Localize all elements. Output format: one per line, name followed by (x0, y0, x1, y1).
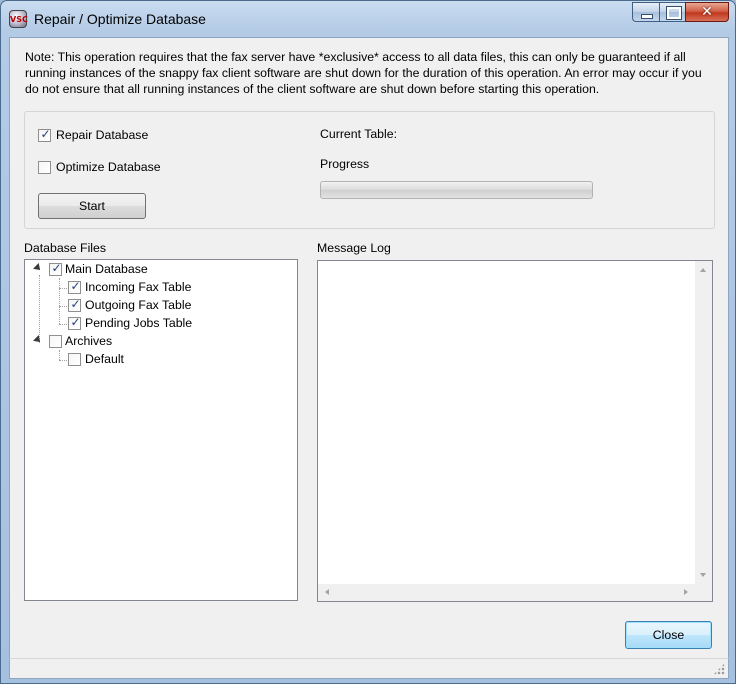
dialog-client-area: Note: This operation requires that the f… (9, 37, 729, 659)
tree-item-label[interactable]: Pending Jobs Table (85, 316, 192, 330)
tree-item-label[interactable]: Outgoing Fax Table (85, 298, 191, 312)
start-button[interactable]: Start (38, 193, 146, 219)
collapse-arrow-icon[interactable] (33, 263, 43, 273)
tree-item-label[interactable]: Incoming Fax Table (85, 280, 191, 294)
check-icon: ✓ (51, 261, 62, 275)
tree-item-label[interactable]: Main Database (65, 262, 148, 276)
title-bar[interactable]: VSC Repair / Optimize Database ✕ (1, 1, 735, 35)
tree-item-default[interactable]: Default (25, 351, 295, 369)
maximize-button[interactable] (659, 2, 685, 22)
main-database-checkbox[interactable]: ✓ (49, 261, 62, 276)
tree-item-label[interactable]: Default (85, 352, 124, 366)
minimize-button[interactable] (632, 2, 659, 22)
optimize-database-label[interactable]: Optimize Database (56, 160, 161, 174)
check-icon: ✓ (40, 127, 51, 141)
horizontal-scrollbar[interactable] (318, 584, 695, 601)
message-log-label: Message Log (317, 241, 391, 255)
progress-label: Progress (320, 157, 370, 171)
database-files-tree[interactable]: ✓ Main Database ✓ Incoming Fax Table ✓ O… (24, 259, 298, 601)
scroll-up-arrow-icon[interactable] (700, 268, 706, 272)
tree-item-pending-jobs-table[interactable]: ✓ Pending Jobs Table (25, 315, 295, 333)
resize-grip-icon[interactable] (713, 663, 725, 675)
default-archive-checkbox[interactable] (68, 353, 81, 366)
close-icon: ✕ (701, 4, 713, 20)
repair-optimize-window: VSC Repair / Optimize Database ✕ Note: T… (0, 0, 736, 684)
tree-item-outgoing-fax-table[interactable]: ✓ Outgoing Fax Table (25, 297, 295, 315)
close-button[interactable]: Close (625, 621, 712, 649)
current-table-label: Current Table: (320, 127, 398, 141)
optimize-database-checkbox[interactable] (38, 161, 51, 174)
database-files-label: Database Files (24, 241, 107, 255)
tree-item-label[interactable]: Archives (65, 334, 112, 348)
check-icon: ✓ (70, 297, 81, 311)
progress-bar (320, 181, 593, 199)
scrollbar-corner (695, 584, 712, 601)
status-bar (9, 658, 729, 679)
archives-checkbox[interactable] (49, 335, 62, 348)
window-title: Repair / Optimize Database (34, 11, 206, 27)
scroll-left-arrow-icon[interactable] (325, 589, 329, 595)
exclusive-access-note: Note: This operation requires that the f… (25, 50, 702, 96)
minimize-icon (641, 14, 653, 19)
vertical-scrollbar[interactable] (695, 261, 712, 584)
tree-item-main-database[interactable]: ✓ Main Database (25, 261, 295, 279)
caption-buttons: ✕ (632, 2, 729, 22)
fax-app-icon[interactable]: VSC (9, 10, 28, 28)
repair-database-label[interactable]: Repair Database (56, 128, 148, 142)
check-icon: ✓ (70, 315, 81, 329)
collapse-arrow-icon[interactable] (33, 335, 43, 345)
close-window-button[interactable]: ✕ (685, 2, 729, 22)
scroll-down-arrow-icon[interactable] (700, 573, 706, 577)
incoming-fax-table-checkbox[interactable]: ✓ (68, 279, 81, 294)
pending-jobs-table-checkbox[interactable]: ✓ (68, 315, 81, 330)
check-icon: ✓ (70, 279, 81, 293)
operation-options-panel: ✓ Repair Database Optimize Database Star… (24, 111, 715, 229)
maximize-icon (666, 6, 682, 20)
outgoing-fax-table-checkbox[interactable]: ✓ (68, 297, 81, 312)
tree-item-incoming-fax-table[interactable]: ✓ Incoming Fax Table (25, 279, 295, 297)
tree-item-archives[interactable]: Archives (25, 333, 295, 351)
message-log-textbox[interactable] (317, 260, 713, 602)
repair-database-checkbox[interactable]: ✓ (38, 127, 51, 142)
scroll-right-arrow-icon[interactable] (684, 589, 688, 595)
